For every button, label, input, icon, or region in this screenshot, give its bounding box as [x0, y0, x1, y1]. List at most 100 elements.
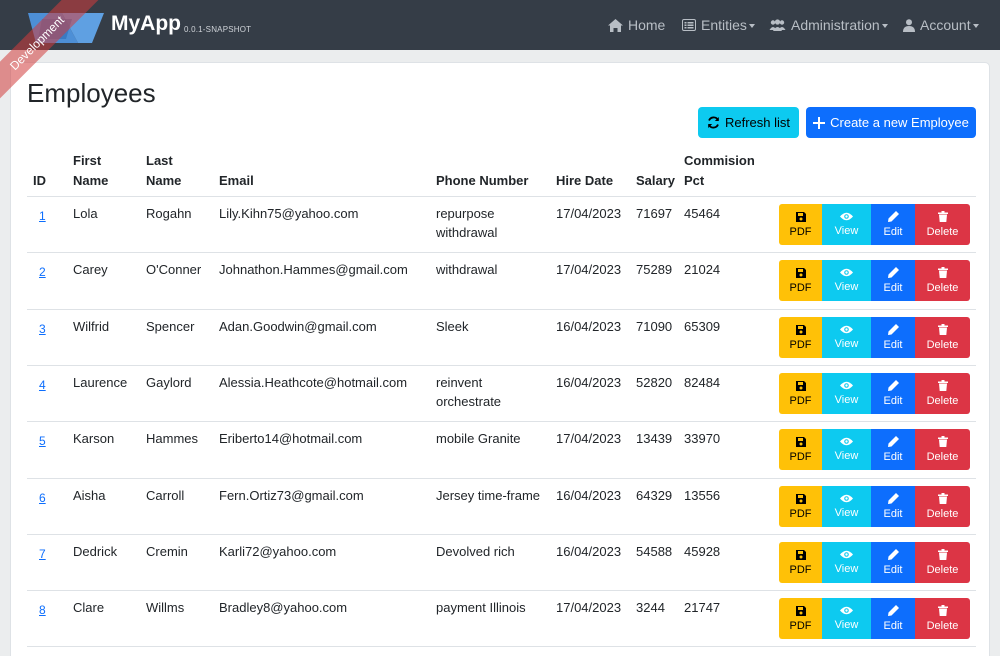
pdf-button[interactable]: PDF [779, 598, 822, 639]
employee-id-link[interactable]: 5 [39, 434, 46, 448]
brand-name[interactable]: MyApp [111, 12, 181, 36]
employee-id-link[interactable]: 8 [39, 603, 46, 617]
view-button-label: View [834, 619, 859, 631]
top-navbar: MyApp 0.0.1-SNAPSHOT Home Entities Admin… [0, 0, 1000, 50]
nav-home[interactable]: Home [608, 17, 665, 33]
refresh-list-label: Refresh list [724, 115, 791, 130]
table-row-id[interactable]: 3 [39, 319, 46, 339]
trash-icon [937, 324, 948, 335]
app-logo[interactable] [22, 11, 112, 45]
cell-hire-date: 16/04/2023 [556, 544, 622, 559]
edit-button-label: Edit [883, 395, 903, 407]
delete-button[interactable]: Delete [915, 317, 970, 358]
edit-button[interactable]: Edit [871, 598, 915, 639]
column-header-commision-pct[interactable]: Commision Pct [684, 151, 764, 191]
column-header-id[interactable]: ID [33, 171, 46, 191]
employee-id-link[interactable]: 2 [39, 265, 46, 279]
table-row-id[interactable]: 8 [39, 600, 46, 620]
nav-home-label: Home [628, 17, 666, 33]
cell-commision-pct: 45464 [684, 206, 721, 221]
view-button[interactable]: View [822, 486, 871, 527]
delete-button[interactable]: Delete [915, 542, 970, 583]
cell-hire-date: 17/04/2023 [556, 600, 622, 615]
column-header-hire-date[interactable]: Hire Date [556, 171, 613, 191]
table-row-id[interactable]: 5 [39, 431, 46, 451]
pdf-button[interactable]: PDF [779, 373, 822, 414]
cell-first-name: Aisha [73, 488, 106, 503]
create-employee-label: Create a new Employee [830, 115, 969, 130]
save-icon [795, 436, 806, 447]
column-header-salary[interactable]: Salary [636, 171, 675, 191]
save-icon [795, 267, 806, 278]
view-button[interactable]: View [822, 317, 871, 358]
eye-icon [840, 381, 853, 390]
pdf-button[interactable]: PDF [779, 260, 822, 301]
delete-button-label: Delete [926, 620, 959, 632]
view-button[interactable]: View [822, 598, 871, 639]
view-button-label: View [834, 281, 859, 293]
view-button[interactable]: View [822, 429, 871, 470]
pdf-button[interactable]: PDF [779, 204, 822, 245]
cell-last-name: Rogahn [146, 206, 192, 221]
employee-id-link[interactable]: 3 [39, 322, 46, 336]
pdf-button-label: PDF [789, 507, 812, 520]
employee-id-link[interactable]: 7 [39, 547, 46, 561]
table-row-id[interactable]: 7 [39, 544, 46, 564]
cell-first-name: Clare [73, 600, 105, 615]
column-header-phone-number[interactable]: Phone Number [436, 171, 528, 191]
table-row-id[interactable]: 2 [39, 262, 46, 282]
pdf-button[interactable]: PDF [779, 317, 822, 358]
edit-button[interactable]: Edit [871, 317, 915, 358]
delete-button[interactable]: Delete [915, 598, 970, 639]
pdf-button[interactable]: PDF [779, 486, 822, 527]
cell-phone-number: mobile Granite [436, 431, 521, 446]
trash-icon [937, 267, 948, 278]
edit-button[interactable]: Edit [871, 429, 915, 470]
nav-administration[interactable]: Administration [769, 17, 888, 33]
nav-administration-label: Administration [791, 17, 880, 33]
cell-phone-number: Sleek [436, 319, 469, 334]
column-header-first-name[interactable]: First Name [73, 151, 123, 191]
pdf-button[interactable]: PDF [779, 542, 822, 583]
list-icon [682, 19, 696, 31]
delete-button[interactable]: Delete [915, 260, 970, 301]
pencil-icon [887, 549, 899, 560]
nav-account[interactable]: Account [903, 17, 979, 33]
cell-email: Bradley8@yahoo.com [219, 600, 348, 615]
cell-commision-pct: 82484 [684, 375, 721, 390]
nav-entities-label: Entities [701, 17, 747, 33]
view-button[interactable]: View [822, 542, 871, 583]
table-row-id[interactable]: 6 [39, 488, 46, 508]
home-icon [608, 18, 623, 32]
view-button[interactable]: View [822, 373, 871, 414]
pencil-icon [887, 436, 899, 447]
cell-last-name: O'Conner [146, 262, 202, 277]
create-employee-button[interactable]: Create a new Employee [806, 107, 976, 138]
delete-button[interactable]: Delete [915, 486, 970, 527]
edit-button[interactable]: Edit [871, 486, 915, 527]
eye-icon [840, 268, 853, 277]
nav-entities[interactable]: Entities [682, 17, 755, 33]
column-header-email[interactable]: Email [219, 171, 254, 191]
employee-id-link[interactable]: 6 [39, 491, 46, 505]
column-header-last-name[interactable]: Last Name [146, 151, 196, 191]
refresh-list-button[interactable]: Refresh list [698, 107, 799, 138]
employee-id-link[interactable]: 4 [39, 378, 46, 392]
view-button[interactable]: View [822, 260, 871, 301]
cell-email: Karli72@yahoo.com [219, 544, 337, 559]
table-row-id[interactable]: 4 [39, 375, 46, 395]
delete-button[interactable]: Delete [915, 373, 970, 414]
employee-id-link[interactable]: 1 [39, 209, 46, 223]
delete-button[interactable]: Delete [915, 429, 970, 470]
row-divider [27, 365, 976, 366]
edit-button[interactable]: Edit [871, 542, 915, 583]
edit-button[interactable]: Edit [871, 373, 915, 414]
delete-button[interactable]: Delete [915, 204, 970, 245]
table-row-id[interactable]: 1 [39, 206, 46, 226]
edit-button[interactable]: Edit [871, 204, 915, 245]
view-button-label: View [834, 394, 859, 406]
view-button[interactable]: View [822, 204, 871, 245]
edit-button[interactable]: Edit [871, 260, 915, 301]
pdf-button[interactable]: PDF [779, 429, 822, 470]
cell-commision-pct: 21747 [684, 600, 721, 615]
